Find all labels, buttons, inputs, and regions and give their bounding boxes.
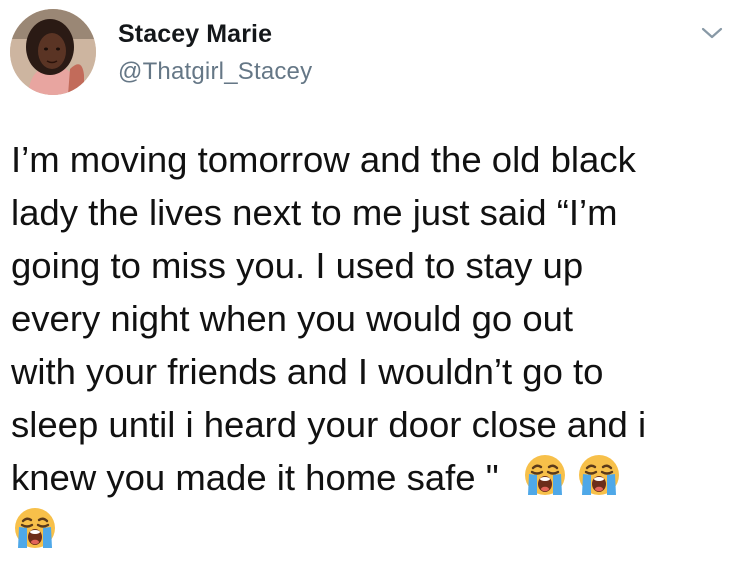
chevron-down-icon[interactable] bbox=[700, 24, 724, 42]
tweet-card: Stacey Marie @Thatgirl_Stacey I’m moving… bbox=[0, 0, 750, 582]
tweet-line: every night when you would go out bbox=[11, 298, 574, 339]
tweet-line: I’m moving tomorrow and the old black bbox=[11, 139, 636, 180]
loudly-crying-face-icon bbox=[575, 451, 623, 499]
user-handle[interactable]: @Thatgirl_Stacey bbox=[118, 58, 312, 86]
tweet-line: going to miss you. I used to stay up bbox=[11, 245, 584, 286]
tweet-line: lady the lives next to me just said “I’m bbox=[11, 192, 618, 233]
tweet-text: I’m moving tomorrow and the old black la… bbox=[11, 133, 733, 557]
loudly-crying-face-icon bbox=[521, 451, 569, 499]
tweet-line-emoji bbox=[11, 504, 733, 557]
tweet-line: sleep until i heard your door close and … bbox=[11, 404, 647, 445]
tweet-line-with-emoji: knew you made it home safe " bbox=[11, 451, 733, 504]
tweet-line-text: knew you made it home safe " bbox=[11, 457, 499, 498]
loudly-crying-face-icon bbox=[11, 504, 59, 552]
tweet-line: with your friends and I wouldn’t go to bbox=[11, 351, 604, 392]
profile-photo-icon bbox=[10, 9, 96, 95]
avatar[interactable] bbox=[10, 9, 96, 95]
display-name[interactable]: Stacey Marie bbox=[118, 20, 272, 49]
